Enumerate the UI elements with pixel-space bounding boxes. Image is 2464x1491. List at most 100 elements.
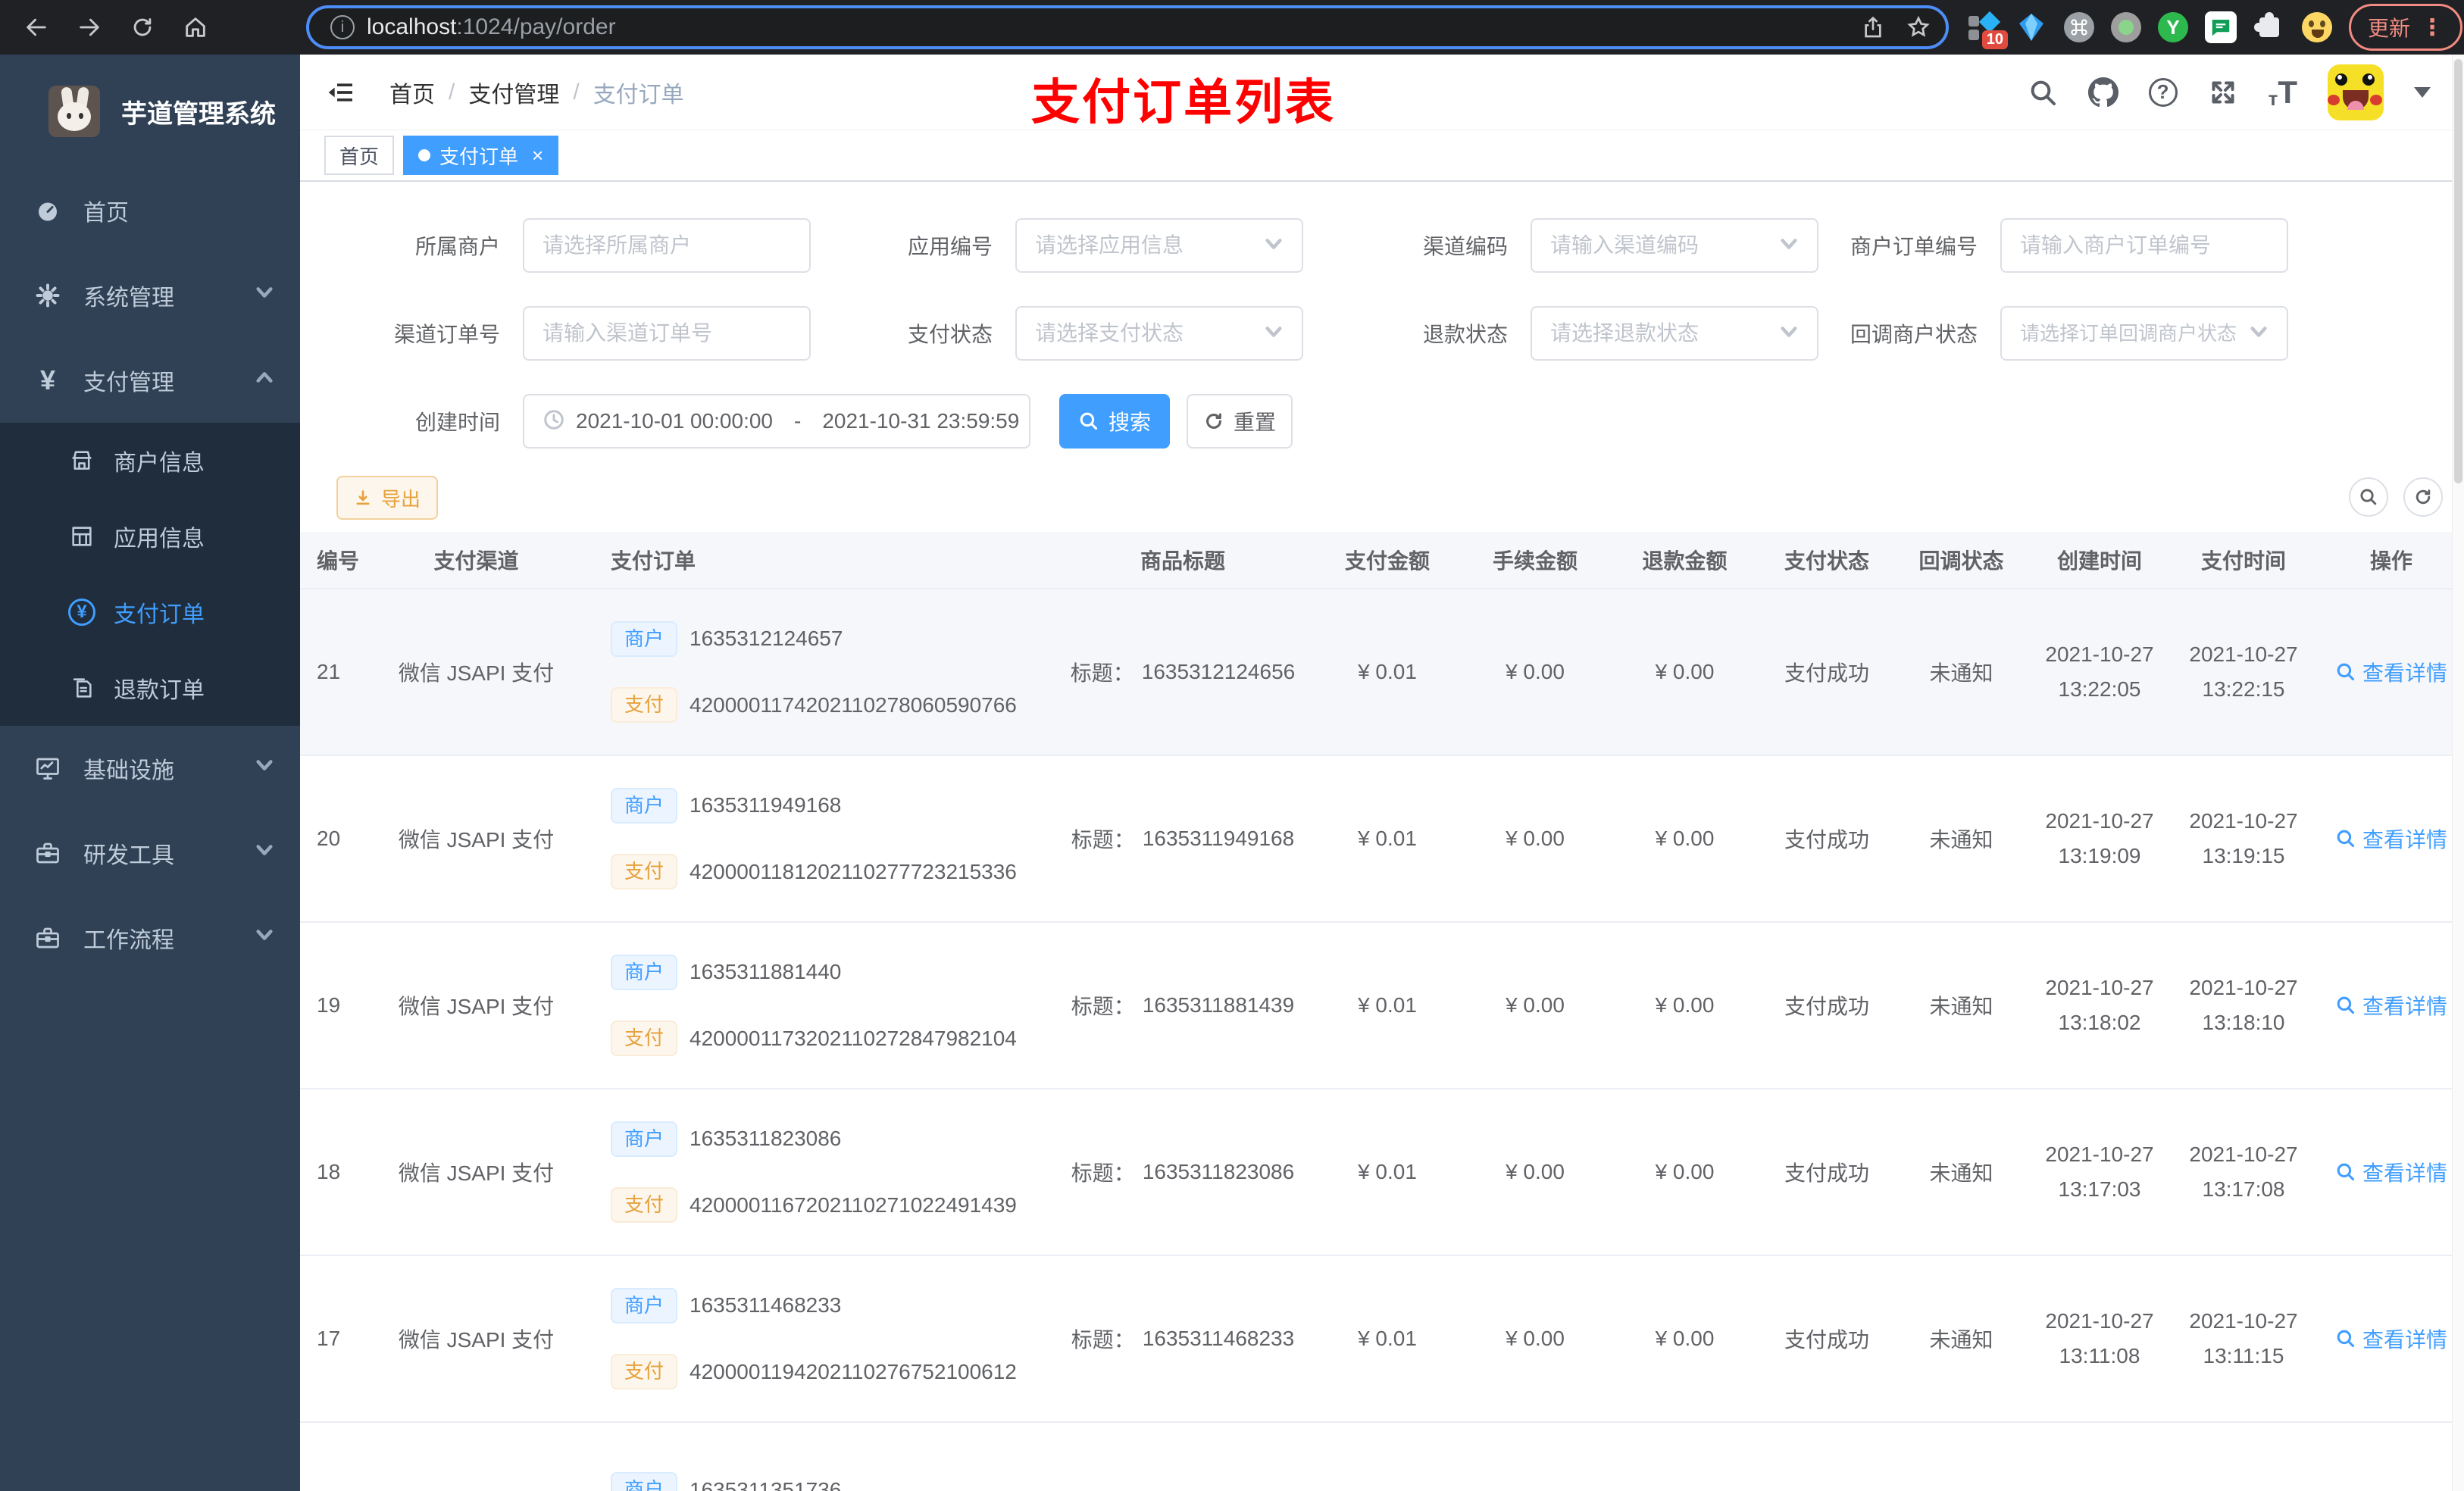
refresh-table-button[interactable] bbox=[2403, 477, 2443, 517]
view-detail-link[interactable]: 查看详情 bbox=[2335, 824, 2447, 854]
github-icon[interactable] bbox=[2087, 77, 2118, 108]
sidebar-item-workflow[interactable]: 工作流程 bbox=[0, 896, 300, 980]
refund-status-input[interactable] bbox=[1550, 321, 1773, 345]
browser-forward-icon[interactable] bbox=[73, 11, 106, 44]
pay-status-input[interactable] bbox=[1035, 321, 1258, 345]
browser-toolbar: i localhost:1024/pay/order 10 Y 更新 ⋮ bbox=[0, 0, 2464, 55]
sidebar-toggle-icon[interactable] bbox=[323, 74, 359, 111]
site-info-icon[interactable]: i bbox=[330, 15, 355, 39]
merchant-order-no-input[interactable] bbox=[2020, 233, 2269, 258]
merchant-input[interactable] bbox=[543, 233, 791, 258]
callback-status-input[interactable] bbox=[2020, 321, 2243, 345]
app-input[interactable] bbox=[1035, 233, 1258, 258]
address-bar[interactable]: i localhost:1024/pay/order bbox=[306, 5, 1949, 49]
sidebar-item-infrastructure[interactable]: 基础设施 bbox=[0, 726, 300, 811]
active-tab-dot bbox=[418, 149, 431, 161]
channel-code-select[interactable] bbox=[1531, 218, 1818, 273]
sidebar-item-home[interactable]: 首页 bbox=[0, 168, 300, 253]
callback-status-select[interactable] bbox=[2000, 306, 2288, 361]
chevron-down-icon bbox=[1264, 234, 1284, 258]
export-button[interactable]: 导出 bbox=[336, 476, 438, 520]
merchant-order-no-field[interactable] bbox=[2000, 218, 2288, 273]
recorder-extension-icon[interactable] bbox=[2111, 12, 2141, 42]
reset-button[interactable]: 重置 bbox=[1187, 394, 1293, 449]
sidebar-item-payment[interactable]: ¥ 支付管理 bbox=[0, 338, 300, 423]
sidebar-item-app-info[interactable]: 应用信息 bbox=[0, 499, 300, 574]
refund-status-select[interactable] bbox=[1531, 306, 1818, 361]
fullscreen-icon[interactable] bbox=[2208, 77, 2238, 108]
view-detail-link[interactable]: 查看详情 bbox=[2335, 1324, 2447, 1354]
view-detail-link[interactable]: 查看详情 bbox=[2335, 990, 2447, 1021]
scrollbar-thumb[interactable] bbox=[2454, 59, 2462, 483]
sidebar-item-system[interactable]: 系统管理 bbox=[0, 253, 300, 338]
extensions-puzzle-icon[interactable] bbox=[2253, 11, 2285, 43]
browser-menu-icon[interactable]: ⋮ bbox=[2421, 14, 2444, 41]
create-time-range-picker[interactable]: 2021-10-01 00:00:00 - 2021-10-31 23:59:5… bbox=[523, 394, 1030, 449]
tab-pay-order[interactable]: 支付订单 × bbox=[403, 136, 559, 175]
y-extension-icon[interactable]: Y bbox=[2158, 12, 2188, 42]
title-prefix: 标题： bbox=[1071, 1161, 1135, 1185]
tags-view-bar: 首页 支付订单 × bbox=[300, 130, 2464, 182]
cell-amount: ¥ 0.01 bbox=[1358, 1160, 1417, 1183]
cell-fee: ¥ 0.00 bbox=[1506, 1327, 1565, 1350]
cell-callback-status bbox=[1895, 1423, 2028, 1491]
avatar-caret-icon[interactable] bbox=[2414, 86, 2431, 98]
browser-back-icon[interactable] bbox=[20, 11, 53, 44]
cell-channel: 微信 JSAPI 支付 bbox=[398, 995, 555, 1018]
command-extension-icon[interactable] bbox=[2064, 12, 2094, 42]
browser-reload-icon[interactable] bbox=[126, 11, 159, 44]
pay-order-no: 4200001181202110277723215336 bbox=[689, 859, 1017, 883]
view-detail-link[interactable]: 查看详情 bbox=[2335, 1157, 2447, 1187]
cell-channel bbox=[372, 1423, 580, 1491]
search-button[interactable]: 搜索 bbox=[1059, 394, 1170, 449]
col-header-fee: 手续金额 bbox=[1492, 549, 1578, 573]
channel-order-no-input[interactable] bbox=[543, 321, 791, 345]
sidebar-item-merchant-info[interactable]: 商户信息 bbox=[0, 423, 300, 499]
extension-badge: 10 bbox=[1981, 30, 2008, 49]
chat-extension-icon[interactable] bbox=[2205, 11, 2237, 43]
tab-manager-extension-icon[interactable]: 10 bbox=[1967, 11, 2008, 49]
filter-label-app: 应用编号 bbox=[907, 235, 993, 258]
pay-tag: 支付 bbox=[611, 1187, 678, 1224]
table-header-row: 编号 支付渠道 支付订单 商品标题 支付金额 手续金额 退款金额 支付状态 回调… bbox=[300, 532, 2464, 589]
cell-callback-status: 未通知 bbox=[1929, 661, 1993, 685]
channel-order-no-field[interactable] bbox=[523, 306, 811, 361]
page-scrollbar[interactable] bbox=[2452, 55, 2464, 1491]
sidebar-item-pay-order[interactable]: ¥ 支付订单 bbox=[0, 574, 300, 650]
tab-close-icon[interactable]: × bbox=[532, 144, 543, 167]
cell-id: 19 bbox=[317, 993, 341, 1017]
cell-pay-status: 支付成功 bbox=[1784, 995, 1869, 1018]
sidebar-item-dev-tools[interactable]: 研发工具 bbox=[0, 811, 300, 896]
bookmark-star-icon[interactable] bbox=[1906, 15, 1931, 39]
date-range-start[interactable]: 2021-10-01 00:00:00 bbox=[576, 409, 773, 433]
app-logo[interactable]: 芋道管理系统 bbox=[0, 55, 300, 168]
cell-title: 标题： 1635312124656 bbox=[1050, 589, 1315, 755]
tab-home[interactable]: 首页 bbox=[324, 136, 395, 175]
table-row: 21 微信 JSAPI 支付 商户 1635312124657 支付 42000… bbox=[300, 589, 2464, 756]
url-host: localhost bbox=[367, 14, 457, 39]
cell-paid-time: 2021-10-27 13:22:15 bbox=[2189, 642, 2298, 701]
cell-channel: 微信 JSAPI 支付 bbox=[398, 828, 555, 852]
merchant-select[interactable] bbox=[523, 218, 811, 273]
app-select[interactable] bbox=[1015, 218, 1303, 273]
breadcrumb-home[interactable]: 首页 bbox=[389, 76, 435, 109]
font-size-icon[interactable]: тT bbox=[2269, 74, 2297, 111]
avatar[interactable] bbox=[2328, 64, 2384, 120]
breadcrumb-pay-management[interactable]: 支付管理 bbox=[468, 76, 559, 109]
browser-update-button[interactable]: 更新 ⋮ bbox=[2349, 4, 2463, 51]
sidebar-item-refund-order[interactable]: 退款订单 bbox=[0, 650, 300, 726]
pay-status-select[interactable] bbox=[1015, 306, 1303, 361]
help-icon[interactable]: ? bbox=[2148, 77, 2178, 107]
channel-code-input[interactable] bbox=[1550, 233, 1773, 258]
share-icon[interactable] bbox=[1861, 15, 1885, 39]
toggle-search-button[interactable] bbox=[2349, 477, 2388, 517]
download-icon bbox=[356, 490, 370, 505]
gem-extension-icon[interactable] bbox=[2015, 11, 2047, 43]
pay-order-no: 4200001173202110272847982104 bbox=[689, 1026, 1017, 1050]
cell-amount: ¥ 0.01 bbox=[1358, 660, 1417, 683]
browser-home-icon[interactable] bbox=[179, 11, 212, 44]
search-icon[interactable] bbox=[2028, 77, 2058, 108]
emoji-extension-icon[interactable] bbox=[2302, 12, 2332, 42]
view-detail-link[interactable]: 查看详情 bbox=[2335, 657, 2447, 687]
date-range-end[interactable]: 2021-10-31 23:59:59 bbox=[822, 409, 1019, 433]
